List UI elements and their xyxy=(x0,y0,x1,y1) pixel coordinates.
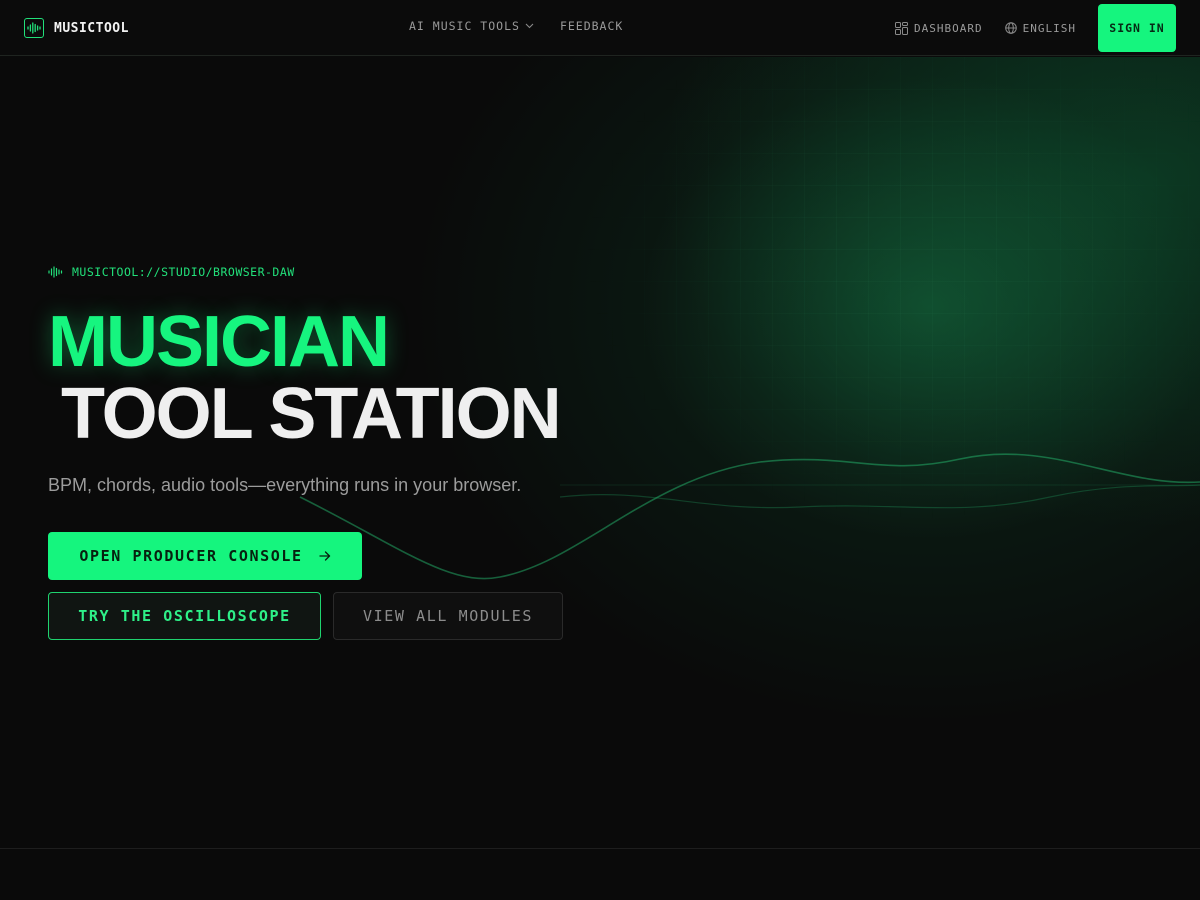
hero-headline-accent: MUSICIAN xyxy=(48,302,390,382)
open-producer-console-label: OPEN PRODUCER CONSOLE xyxy=(79,547,303,565)
top-navigation: MUSICTOOL AI MUSIC TOOLS FEEDBACK DASHBO… xyxy=(0,0,1200,56)
chevron-down-icon xyxy=(525,23,534,29)
nav-utilities: DASHBOARD ENGLISH SIGN IN xyxy=(895,4,1176,52)
waveform-icon xyxy=(48,266,63,278)
sign-in-button[interactable]: SIGN IN xyxy=(1098,4,1176,52)
dashboard-grid-icon xyxy=(895,21,909,35)
brand-name: MUSICTOOL xyxy=(54,20,129,36)
arrow-right-icon xyxy=(318,551,330,561)
nav-dashboard-label: DASHBOARD xyxy=(914,21,983,35)
waveform-icon xyxy=(24,18,44,38)
hero-eyebrow-text: MUSICTOOL://STUDIO/BROWSER-DAW xyxy=(72,265,295,279)
view-all-modules-button[interactable]: VIEW ALL MODULES xyxy=(333,592,563,640)
nav-ai-music-tools[interactable]: AI MUSIC TOOLS xyxy=(409,19,534,33)
hero-headline-main: TOOL STATION xyxy=(61,374,562,454)
brand-home-link[interactable]: MUSICTOOL xyxy=(24,17,129,39)
language-selector[interactable]: ENGLISH xyxy=(1004,21,1076,35)
open-producer-console-button[interactable]: OPEN PRODUCER CONSOLE xyxy=(48,532,362,580)
try-oscilloscope-button[interactable]: TRY THE OSCILLOSCOPE xyxy=(48,592,321,640)
primary-nav: AI MUSIC TOOLS FEEDBACK xyxy=(409,19,623,33)
nav-ai-music-tools-label: AI MUSIC TOOLS xyxy=(409,19,520,33)
globe-icon xyxy=(1004,22,1017,34)
section-divider xyxy=(0,848,1200,849)
language-label: ENGLISH xyxy=(1022,21,1076,35)
nav-feedback-label: FEEDBACK xyxy=(559,19,624,33)
landing-page: MUSICTOOL AI MUSIC TOOLS FEEDBACK DASHBO… xyxy=(0,0,1200,900)
nav-feedback[interactable]: FEEDBACK xyxy=(560,19,623,33)
hero-subtitle: BPM, chords, audio tools—everything runs… xyxy=(48,475,522,495)
nav-dashboard[interactable]: DASHBOARD xyxy=(895,21,983,35)
hero-eyebrow: MUSICTOOL://STUDIO/BROWSER-DAW xyxy=(48,265,295,279)
